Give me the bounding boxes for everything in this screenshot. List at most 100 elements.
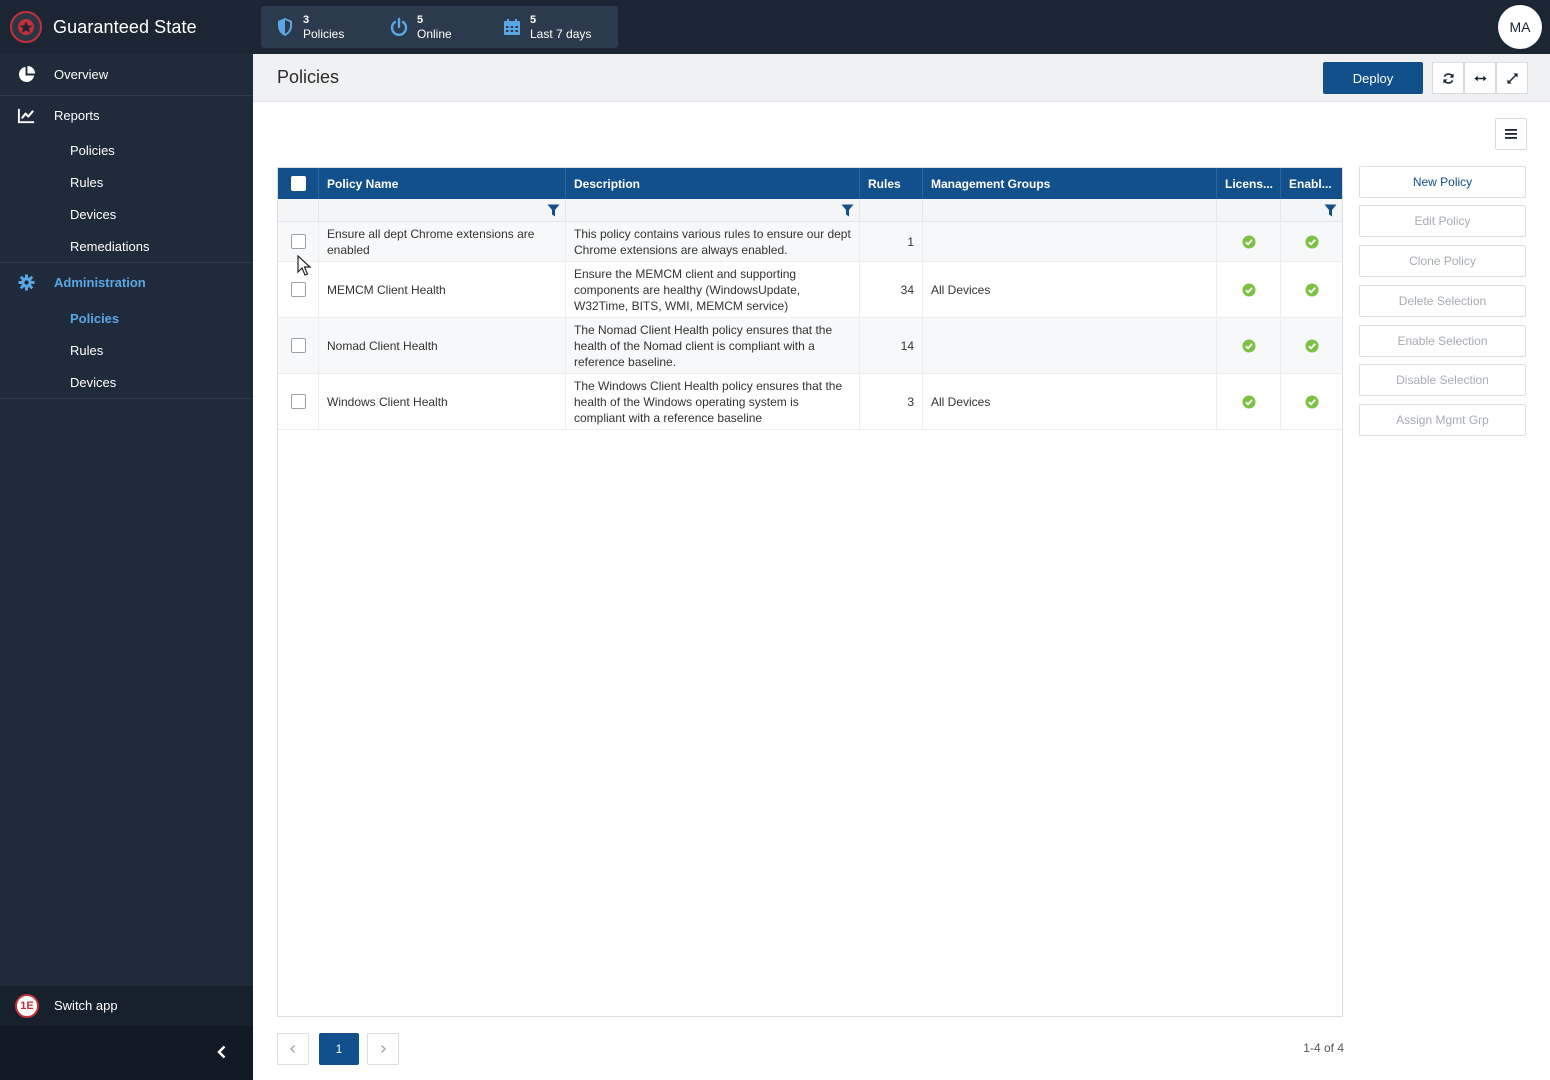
check-circle-icon <box>1305 339 1318 352</box>
sidebar-item-reports[interactable]: Reports <box>0 95 253 136</box>
previous-page-button[interactable] <box>277 1033 309 1065</box>
hamburger-icon <box>1505 129 1517 139</box>
pagination-info: 1-4 of 4 <box>1303 1041 1344 1055</box>
next-page-button[interactable] <box>367 1033 399 1065</box>
filter-row <box>278 199 1342 222</box>
policy-description: Ensure the MEMCM client and supporting c… <box>566 262 860 317</box>
table-row[interactable]: Ensure all dept Chrome extensions are en… <box>278 222 1342 262</box>
policy-description: The Nomad Client Health policy ensures t… <box>566 318 860 373</box>
column-header-enabled[interactable]: Enabl... <box>1281 168 1342 199</box>
sidebar-divider <box>0 398 253 399</box>
policy-management-groups <box>923 318 1217 373</box>
check-circle-icon <box>1242 339 1255 352</box>
deploy-button[interactable]: Deploy <box>1323 62 1423 94</box>
stat-value: 5 <box>530 14 537 26</box>
row-checkbox[interactable] <box>290 394 306 409</box>
table-row[interactable]: Nomad Client Health The Nomad Client Hea… <box>278 318 1342 374</box>
policies-table: Policy Name Description Rules Management… <box>277 167 1343 1017</box>
app-logo-icon <box>10 11 42 43</box>
stats-bar: 3 Policies 5 Online 5 Last 7 days <box>261 6 618 48</box>
stat-label: Policies <box>303 27 345 41</box>
refresh-icon <box>1442 72 1454 84</box>
row-checkbox[interactable] <box>290 338 306 353</box>
row-checkbox[interactable] <box>290 282 306 297</box>
stat-label: Last 7 days <box>530 27 592 41</box>
disable-selection-button[interactable]: Disable Selection <box>1359 364 1526 396</box>
assign-mgmt-grp-button[interactable]: Assign Mgmt Grp <box>1359 404 1526 436</box>
calendar-icon <box>504 19 520 35</box>
check-circle-icon <box>1242 283 1255 296</box>
app-title: Guaranteed State <box>53 16 197 37</box>
column-menu-button[interactable] <box>1495 118 1527 150</box>
sidebar-item-admin-devices[interactable]: Devices <box>70 375 116 390</box>
table-row[interactable]: Windows Client Health The Windows Client… <box>278 374 1342 430</box>
top-bar: Guaranteed State 3 Policies 5 Online 5 Last… <box>0 0 1550 54</box>
chevron-left-icon <box>217 1045 226 1059</box>
sidebar: Overview Reports Policies Rules Devices … <box>0 54 253 1080</box>
enable-selection-button[interactable]: Enable Selection <box>1359 325 1526 357</box>
check-circle-icon <box>1305 395 1318 408</box>
stat-online[interactable]: 5 Online <box>389 12 452 42</box>
switch-app-logo-icon: 1E <box>15 994 39 1018</box>
stat-last-7-days[interactable]: 5 Last 7 days <box>502 12 591 42</box>
stat-policies[interactable]: 3 Policies <box>275 12 344 42</box>
filter-icon[interactable] <box>547 204 560 217</box>
stat-label: Online <box>417 27 452 41</box>
stat-value: 5 <box>417 14 424 26</box>
column-header-description[interactable]: Description <box>566 168 860 199</box>
sidebar-item-administration[interactable]: Administration <box>0 262 253 303</box>
mouse-cursor-icon <box>297 255 312 276</box>
power-icon <box>390 17 408 36</box>
policy-name: Nomad Client Health <box>319 318 566 373</box>
edit-policy-button[interactable]: Edit Policy <box>1359 205 1526 237</box>
policy-rules-count: 34 <box>860 262 923 317</box>
refresh-button[interactable] <box>1432 62 1464 94</box>
stat-value: 3 <box>303 14 310 26</box>
page-header: Policies Deploy <box>253 54 1550 102</box>
policy-description: The Windows Client Health policy ensures… <box>566 374 860 429</box>
shield-icon <box>278 18 292 36</box>
brand[interactable]: Guaranteed State <box>10 10 197 44</box>
check-circle-icon <box>1242 235 1255 248</box>
gear-icon <box>18 274 35 291</box>
sidebar-item-label: Overview <box>54 67 109 82</box>
table-row[interactable]: MEMCM Client Health Ensure the MEMCM cli… <box>278 262 1342 318</box>
check-circle-icon <box>1305 235 1318 248</box>
user-avatar[interactable]: MA <box>1498 5 1542 49</box>
switch-app-label: Switch app <box>54 998 118 1013</box>
sidebar-item-overview[interactable]: Overview <box>0 54 253 95</box>
sidebar-item-label: Reports <box>54 108 100 123</box>
delete-selection-button[interactable]: Delete Selection <box>1359 285 1526 317</box>
policy-management-groups: All Devices <box>923 262 1217 317</box>
fit-width-button[interactable] <box>1464 62 1496 94</box>
fullscreen-button[interactable] <box>1496 62 1528 94</box>
new-policy-button[interactable]: New Policy <box>1359 166 1526 198</box>
select-all-header <box>278 168 319 199</box>
select-all-checkbox[interactable] <box>290 176 306 191</box>
sidebar-item-reports-remediations[interactable]: Remediations <box>70 239 150 254</box>
policy-name: Ensure all dept Chrome extensions are en… <box>319 222 566 261</box>
switch-app-button[interactable]: 1E Switch app <box>0 986 253 1026</box>
table-header: Policy Name Description Rules Management… <box>278 168 1342 199</box>
check-circle-icon <box>1242 395 1255 408</box>
page-number-button[interactable]: 1 <box>319 1033 359 1065</box>
policy-rules-count: 3 <box>860 374 923 429</box>
sidebar-item-reports-devices[interactable]: Devices <box>70 207 116 222</box>
sidebar-item-reports-policies[interactable]: Policies <box>70 143 115 158</box>
chevron-left-icon <box>289 1044 296 1054</box>
policy-rules-count: 1 <box>860 222 923 261</box>
column-header-management-groups[interactable]: Management Groups <box>923 168 1217 199</box>
chevron-right-icon <box>380 1044 387 1054</box>
sidebar-item-reports-rules[interactable]: Rules <box>70 175 103 190</box>
clone-policy-button[interactable]: Clone Policy <box>1359 245 1526 277</box>
pie-chart-icon <box>18 65 36 83</box>
row-checkbox[interactable] <box>290 234 306 249</box>
sidebar-item-admin-policies[interactable]: Policies <box>70 311 119 326</box>
column-header-rules[interactable]: Rules <box>860 168 923 199</box>
filter-icon[interactable] <box>1324 204 1337 217</box>
sidebar-collapse-button[interactable] <box>0 1026 253 1080</box>
sidebar-item-admin-rules[interactable]: Rules <box>70 343 103 358</box>
column-header-licensed[interactable]: Licens... <box>1217 168 1281 199</box>
filter-icon[interactable] <box>841 204 854 217</box>
column-header-policy-name[interactable]: Policy Name <box>319 168 566 199</box>
